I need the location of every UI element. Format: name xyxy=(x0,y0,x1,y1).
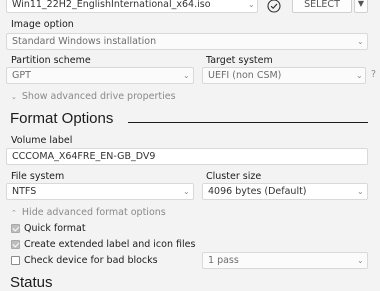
section-divider xyxy=(128,122,368,123)
chevron-down-icon: ⌄ xyxy=(357,37,364,46)
check-circle-icon[interactable] xyxy=(267,0,281,13)
chevron-down-icon: ⌄ xyxy=(11,93,17,101)
cluster-size-dropdown[interactable]: 4096 bytes (Default) xyxy=(202,183,368,200)
quick-format-label: Quick format xyxy=(24,223,86,234)
extended-label-label: Create extended label and icon files xyxy=(24,239,196,250)
boot-selection-value: Win11_22H2_EnglishInternational_x64.iso xyxy=(12,0,211,10)
cluster-size-value: 4096 bytes (Default) xyxy=(208,186,307,197)
quick-format-checkbox[interactable] xyxy=(11,224,20,233)
chevron-down-icon: ⌄ xyxy=(357,256,364,265)
select-button[interactable]: SELECT xyxy=(292,0,352,13)
chevron-up-icon: ⌃ xyxy=(11,209,17,217)
chevron-down-icon: ⌄ xyxy=(356,71,363,80)
file-system-value: NTFS xyxy=(12,186,37,197)
passes-dropdown[interactable]: 1 pass xyxy=(202,252,368,269)
target-system-dropdown[interactable]: UEFI (non CSM) xyxy=(202,67,366,84)
chevron-down-icon: ⌄ xyxy=(357,187,364,196)
advanced-format-toggle[interactable]: ⌃ Hide advanced format options xyxy=(11,207,166,218)
passes-value: 1 pass xyxy=(208,255,239,266)
image-option-dropdown[interactable]: Standard Windows installation xyxy=(6,33,368,50)
select-split-arrow[interactable]: ▼ xyxy=(354,0,368,13)
file-system-label: File system xyxy=(11,171,65,182)
chevron-down-icon: ▼ xyxy=(357,0,365,8)
partition-scheme-label: Partition scheme xyxy=(11,55,91,66)
partition-scheme-value: GPT xyxy=(12,70,31,81)
chevron-down-icon: ⌄ xyxy=(183,71,190,80)
file-system-dropdown[interactable]: NTFS xyxy=(6,183,194,200)
image-option-value: Standard Windows installation xyxy=(12,36,157,47)
chevron-down-icon: ⌄ xyxy=(248,0,255,9)
volume-label-value: CCCOMA_X64FRE_EN-GB_DV9 xyxy=(12,151,156,162)
boot-selection-dropdown[interactable]: Win11_22H2_EnglishInternational_x64.iso xyxy=(6,0,258,13)
status-heading: Status xyxy=(10,274,53,291)
select-button-label: SELECT xyxy=(304,0,340,10)
volume-label-input[interactable]: CCCOMA_X64FRE_EN-GB_DV9 xyxy=(6,148,368,165)
target-system-value: UEFI (non CSM) xyxy=(208,70,282,81)
advanced-format-toggle-label: Hide advanced format options xyxy=(21,207,166,218)
bad-blocks-checkbox[interactable] xyxy=(11,256,20,265)
target-system-label: Target system xyxy=(206,55,273,66)
image-option-label: Image option xyxy=(11,19,74,30)
volume-label-label: Volume label xyxy=(11,135,73,146)
partition-scheme-dropdown[interactable]: GPT xyxy=(6,67,194,84)
cluster-size-label: Cluster size xyxy=(206,171,262,182)
format-options-heading: Format Options xyxy=(10,110,114,127)
help-icon[interactable]: ? xyxy=(371,69,376,80)
chevron-down-icon: ⌄ xyxy=(183,187,190,196)
advanced-drive-toggle[interactable]: ⌄ Show advanced drive properties xyxy=(11,91,176,102)
extended-label-checkbox[interactable] xyxy=(11,240,20,249)
advanced-drive-toggle-label: Show advanced drive properties xyxy=(21,91,176,102)
bad-blocks-label: Check device for bad blocks xyxy=(24,255,158,266)
